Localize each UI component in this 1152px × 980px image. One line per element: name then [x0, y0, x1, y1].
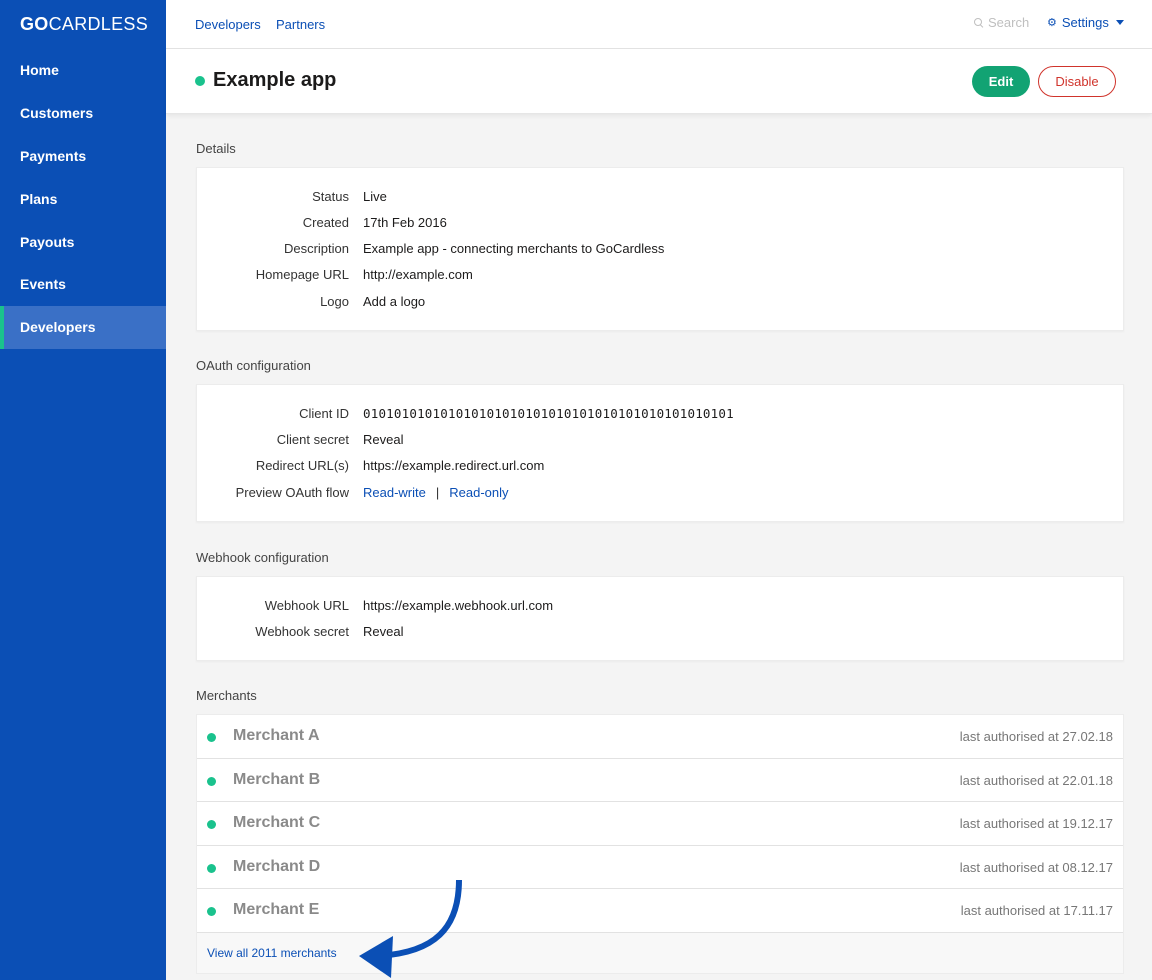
details-section-title: Details [196, 141, 236, 156]
details-row-status: Status Live [197, 189, 1123, 209]
details-row-created: Created 17th Feb 2016 [197, 215, 1123, 235]
settings-menu[interactable]: ⚙ Settings [1047, 15, 1124, 30]
details-card: Status Live Created 17th Feb 2016 Descri… [196, 167, 1124, 331]
webhook-url-value: https://example.webhook.url.com [363, 598, 554, 613]
sidebar-item-developers[interactable]: Developers [0, 305, 166, 349]
sidebar-item-events[interactable]: Events [0, 263, 166, 306]
sidebar-item-payouts[interactable]: Payouts [0, 220, 166, 263]
merchant-status-dot [207, 733, 216, 742]
preview-separator: | [435, 485, 440, 500]
webhook-card: Webhook URL https://example.webhook.url.… [196, 576, 1124, 661]
details-row-homepage: Homepage URL http://example.com [197, 267, 1123, 287]
description-value: Example app - connecting merchants to Go… [363, 241, 665, 256]
curved-arrow-icon [359, 879, 462, 978]
preview-label: Preview OAuth flow [235, 485, 349, 500]
homepage-label: Homepage URL [255, 267, 349, 282]
homepage-link[interactable]: http://example.com [363, 267, 473, 282]
reveal-client-secret-link[interactable]: Reveal [363, 432, 403, 447]
merchant-name: Merchant B [233, 770, 321, 788]
merchant-last-authorised: last authorised at 17.11.17 [960, 903, 1113, 919]
created-value: 17th Feb 2016 [363, 215, 447, 230]
sidebar-item-customers[interactable]: Customers [0, 92, 166, 135]
webhook-row-url: Webhook URL https://example.webhook.url.… [197, 598, 1123, 618]
sidebar-item-home[interactable]: Home [0, 49, 166, 92]
oauth-row-client-secret: Client secret Reveal [197, 432, 1123, 452]
preview-read-write-link[interactable]: Read-write [363, 485, 426, 500]
webhook-row-secret: Webhook secret Reveal [197, 624, 1123, 644]
page-title: Example app [213, 69, 337, 91]
webhook-section-title: Webhook configuration [196, 550, 329, 565]
merchant-name: Merchant A [233, 727, 320, 744]
view-all-merchants-link[interactable]: View all 2011 merchants [207, 946, 337, 960]
top-link-partners[interactable]: Partners [276, 17, 325, 32]
merchant-status-dot [207, 820, 216, 830]
logo-rest-text: CARDLESS [48, 14, 149, 34]
status-label: Status [312, 189, 349, 204]
merchant-name: Merchant C [233, 814, 321, 832]
merchant-last-authorised: last authorised at 22.01.18 [959, 772, 1113, 788]
reveal-webhook-secret-link[interactable]: Reveal [363, 624, 403, 639]
oauth-card: Client ID 010101010101010101010101010101… [196, 384, 1124, 522]
page-header: Example app Edit Disable [166, 49, 1152, 114]
settings-label: Settings [1061, 15, 1109, 30]
gear-icon: ⚙ [1047, 17, 1057, 29]
search-box[interactable]: Search [974, 15, 1029, 30]
live-status-dot [195, 76, 205, 86]
edit-button[interactable]: Edit [972, 66, 1030, 97]
merchant-status-dot [207, 907, 216, 917]
sidebar-nav: Home Customers Payments Plans Payouts Ev… [0, 49, 166, 349]
merchant-name: Merchant D [233, 857, 321, 875]
merchant-row[interactable]: Merchant D last authorised at 08.12.17 [197, 846, 1123, 890]
status-value: Live [363, 189, 387, 204]
sidebar-item-payments[interactable]: Payments [0, 135, 166, 178]
gocardless-logo[interactable]: GOCARDLESS [20, 14, 148, 35]
logo-bold-text: GO [20, 14, 49, 34]
oauth-row-preview: Preview OAuth flow Read-write | Read-only [197, 485, 1123, 505]
merchant-last-authorised: last authorised at 19.12.17 [959, 816, 1113, 832]
merchant-row[interactable]: Merchant C last authorised at 19.12.17 [197, 802, 1123, 846]
sidebar-item-plans[interactable]: Plans [0, 177, 166, 220]
search-icon [974, 18, 983, 27]
sidebar: GOCARDLESS Home Customers Payments Plans… [0, 0, 166, 980]
merchants-section-title: Merchants [196, 688, 257, 703]
oauth-section-title: OAuth configuration [196, 358, 311, 373]
preview-links: Read-write | Read-only [363, 485, 509, 500]
merchant-row[interactable]: Merchant B last authorised at 22.01.18 [197, 759, 1123, 803]
merchant-last-authorised: last authorised at 27.02.18 [959, 729, 1113, 744]
merchant-row[interactable]: Merchant E last authorised at 17.11.17 [197, 889, 1123, 933]
merchants-list: Merchant A last authorised at 27.02.18 M… [196, 714, 1124, 974]
details-row-logo: Logo Add a logo [197, 294, 1123, 314]
redirect-label: Redirect URL(s) [255, 458, 349, 473]
merchant-name: Merchant E [233, 901, 320, 919]
webhook-secret-label: Webhook secret [255, 624, 349, 639]
merchant-status-dot [207, 776, 216, 786]
client-id-value: 0101010101010101010101010101010101010101… [363, 406, 734, 421]
client-secret-label: Client secret [276, 432, 349, 447]
top-bar: Developers Partners Search ⚙ Settings [166, 0, 1152, 49]
top-link-developers[interactable]: Developers [195, 17, 261, 32]
preview-read-only-link[interactable]: Read-only [449, 485, 508, 500]
chevron-down-icon [1115, 20, 1124, 25]
merchant-status-dot [207, 863, 216, 873]
client-id-label: Client ID [299, 406, 349, 421]
disable-button[interactable]: Disable [1038, 66, 1116, 97]
details-row-description: Description Example app - connecting mer… [197, 241, 1123, 261]
search-placeholder: Search [988, 15, 1030, 30]
merchant-last-authorised: last authorised at 08.12.17 [959, 859, 1113, 875]
logo-label: Logo [320, 294, 349, 309]
created-label: Created [302, 215, 349, 230]
merchant-row[interactable]: Merchant A last authorised at 27.02.18 [197, 715, 1123, 759]
view-all-footer: View all 2011 merchants [197, 932, 1123, 973]
description-label: Description [283, 241, 349, 256]
oauth-row-redirect: Redirect URL(s) https://example.redirect… [197, 458, 1123, 478]
redirect-value: https://example.redirect.url.com [363, 458, 545, 473]
add-logo-link[interactable]: Add a logo [363, 294, 425, 309]
webhook-url-label: Webhook URL [264, 598, 349, 613]
oauth-row-client-id: Client ID 010101010101010101010101010101… [197, 406, 1123, 426]
